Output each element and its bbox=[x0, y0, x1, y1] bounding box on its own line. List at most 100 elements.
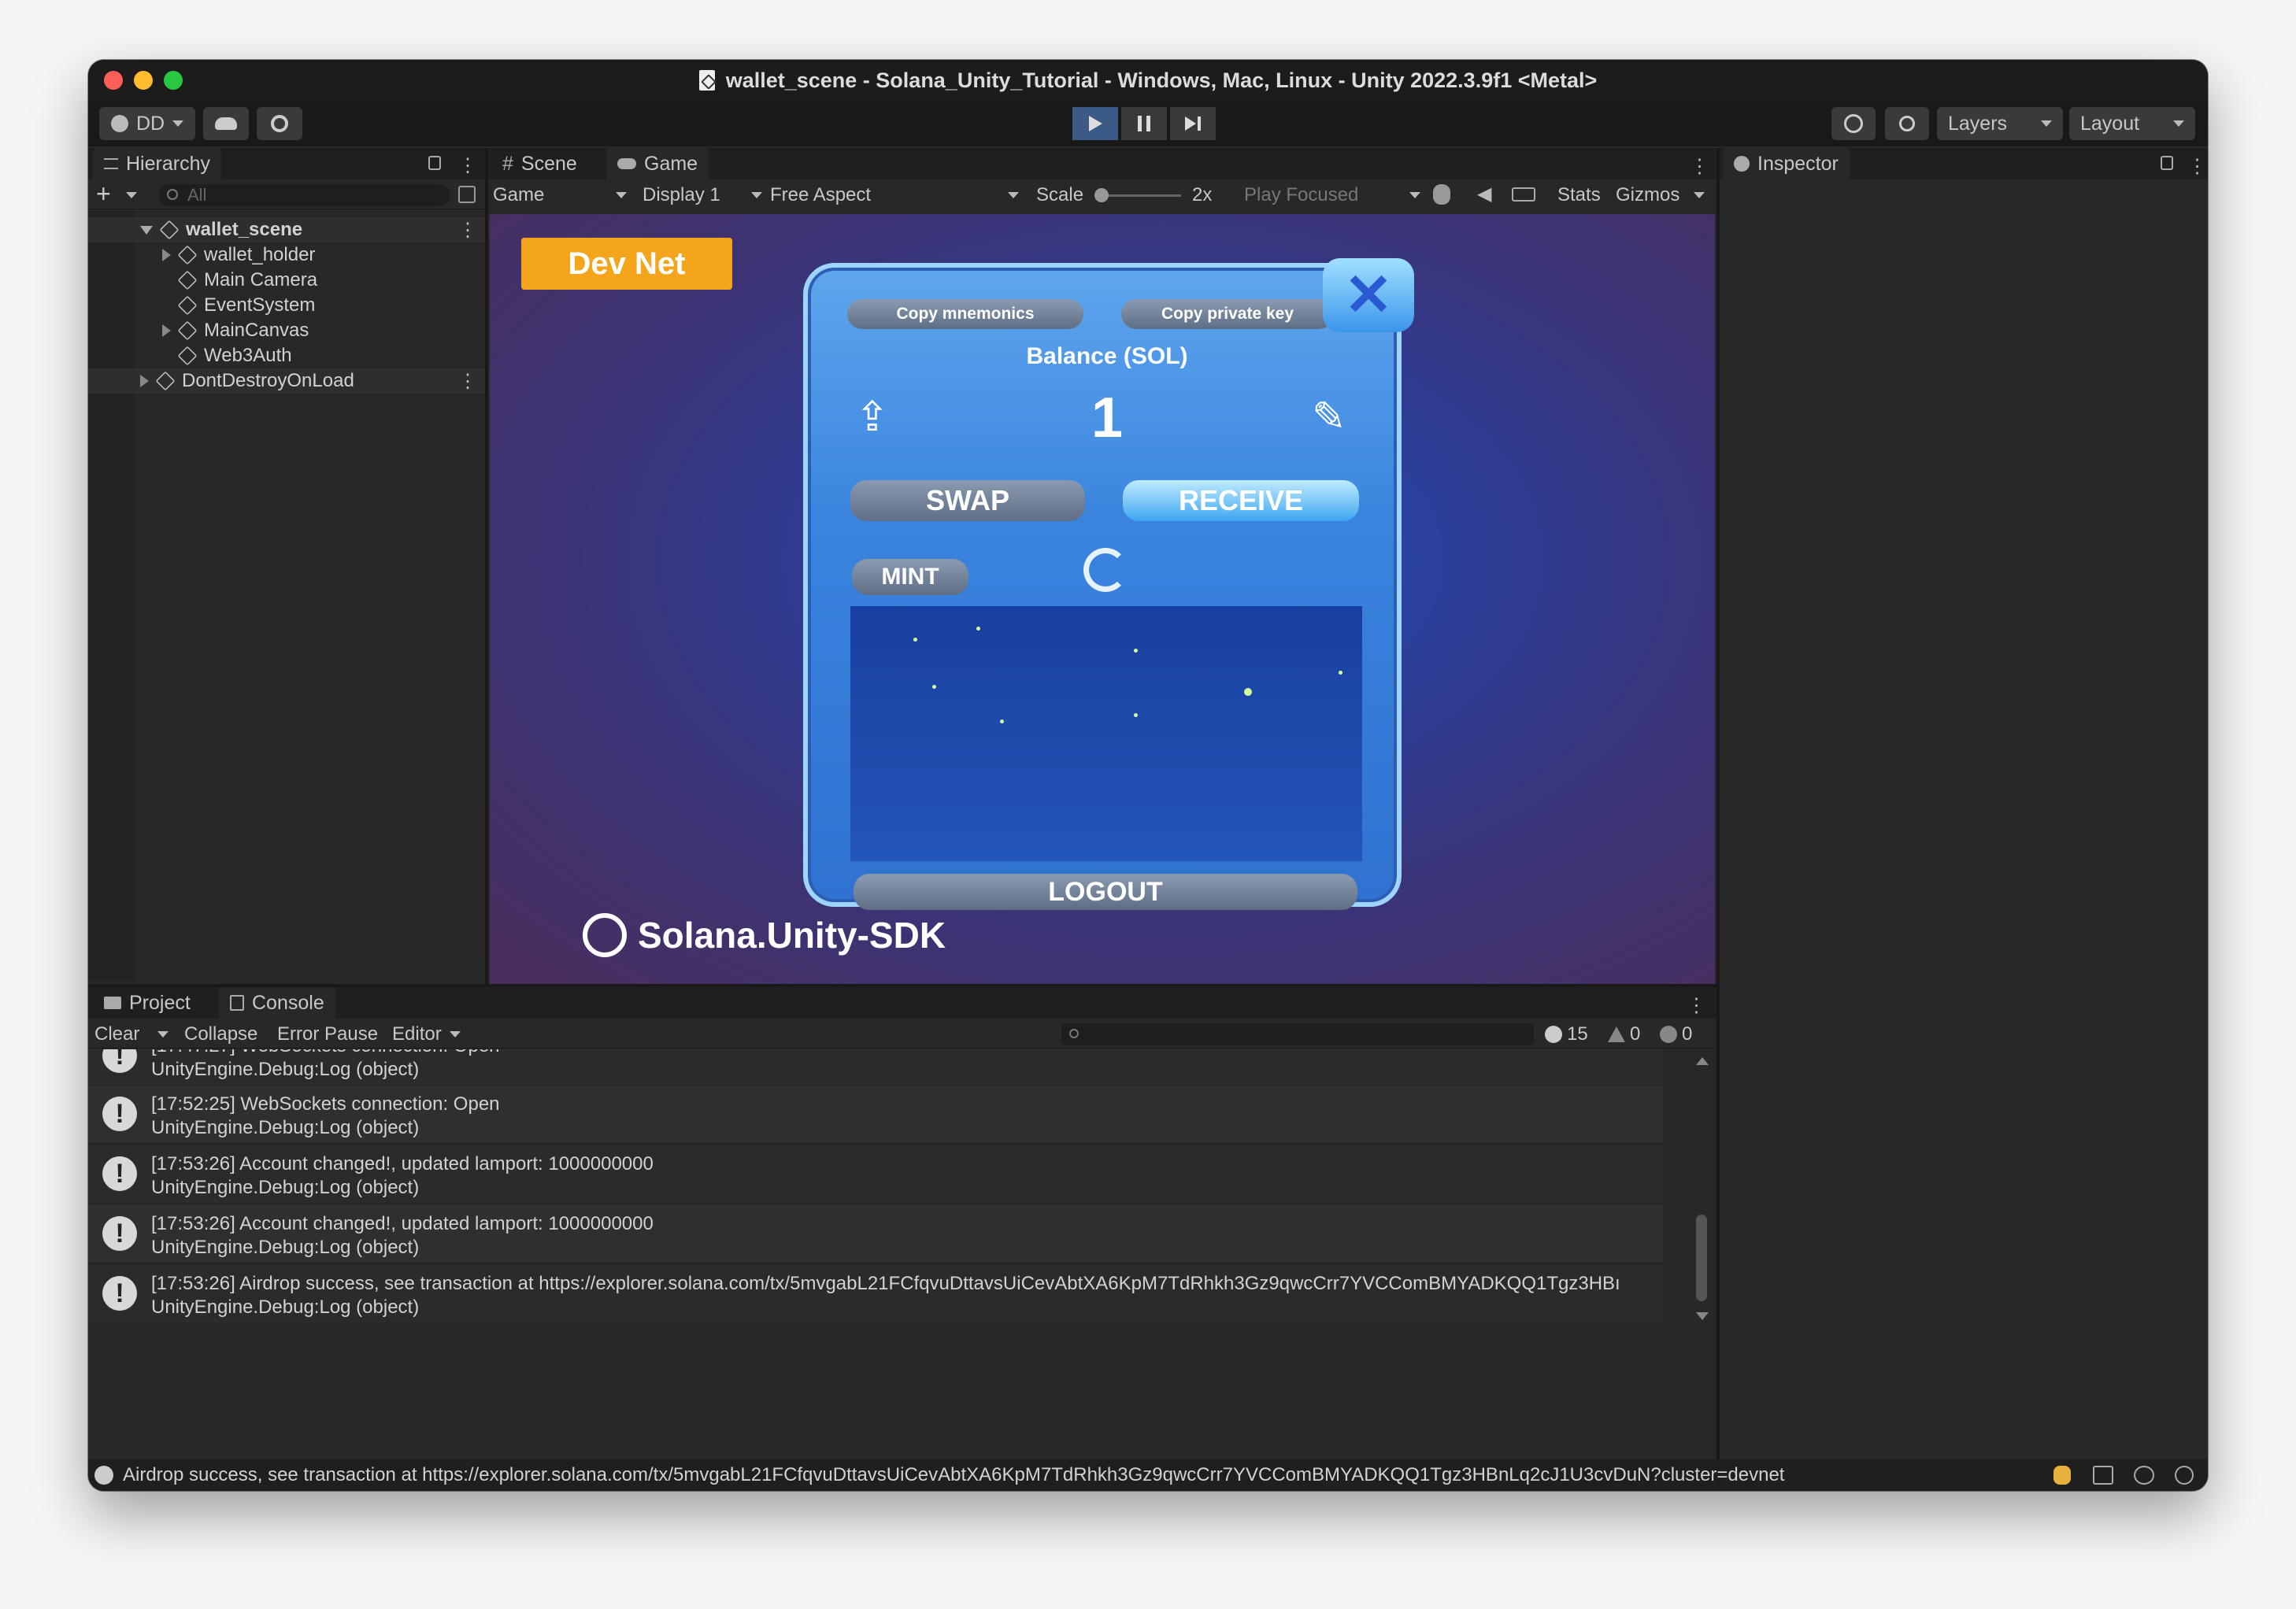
hierarchy-item-maincanvas[interactable]: MainCanvas bbox=[88, 318, 498, 343]
chevron-down-icon bbox=[1008, 192, 1019, 198]
display-dropdown[interactable]: Display 1 bbox=[643, 184, 762, 206]
item-label: MainCanvas bbox=[204, 320, 309, 341]
clear-button[interactable]: Clear bbox=[94, 1023, 139, 1045]
more-options-icon[interactable]: ⋮ bbox=[458, 370, 477, 393]
play-focused-label: Play Focused bbox=[1244, 184, 1359, 205]
scroll-up-icon[interactable] bbox=[1696, 1057, 1709, 1065]
hierarchy-item-dontdestroyonload[interactable]: DontDestroyOnLoad ⋮ bbox=[88, 368, 498, 394]
zoom-window-button[interactable] bbox=[164, 71, 183, 90]
layout-dropdown[interactable]: Layout bbox=[2069, 107, 2195, 140]
log-count: 15 bbox=[1567, 1023, 1588, 1045]
hierarchy-item-wallet-scene[interactable]: wallet_scene ⋮ bbox=[88, 217, 498, 242]
hierarchy-item-web3auth[interactable]: Web3Auth bbox=[88, 343, 498, 368]
more-options-icon[interactable]: ⋮ bbox=[458, 219, 477, 242]
search-icon bbox=[1069, 1029, 1079, 1038]
expand-arrow-icon[interactable] bbox=[140, 225, 153, 235]
scene-search-icon[interactable] bbox=[458, 186, 476, 203]
search-button[interactable] bbox=[1885, 107, 1929, 140]
aspect-dropdown[interactable]: Free Aspect bbox=[770, 184, 1019, 206]
hierarchy-item-main-camera[interactable]: Main Camera bbox=[88, 268, 498, 293]
error-pause-toggle[interactable]: Error Pause bbox=[277, 1023, 378, 1045]
expand-arrow-icon[interactable] bbox=[162, 249, 171, 261]
check-icon[interactable] bbox=[2175, 1466, 2194, 1485]
more-options-icon[interactable]: ⋮ bbox=[1690, 154, 1709, 178]
keyboard-icon[interactable] bbox=[1512, 187, 1535, 202]
layout-label: Layout bbox=[2080, 112, 2140, 135]
center-header: # Scene Game ⋮ bbox=[488, 148, 1716, 179]
more-options-icon[interactable]: ⋮ bbox=[458, 154, 477, 177]
game-dropdown[interactable]: Game bbox=[493, 184, 627, 206]
tab-hierarchy[interactable]: Hierarchy bbox=[93, 148, 221, 179]
tab-inspector[interactable]: Inspector bbox=[1723, 148, 1850, 179]
warning-filter-toggle[interactable]: 0 bbox=[1608, 1023, 1640, 1045]
console-row[interactable]: ! [17:53:26] Airdrop success, see transac… bbox=[88, 1265, 1663, 1323]
console-row[interactable]: ! [17:47:27] WebSockets connection: Open U… bbox=[88, 1049, 1663, 1086]
tab-project[interactable]: Project bbox=[93, 987, 202, 1019]
scroll-thumb[interactable] bbox=[1696, 1215, 1707, 1301]
hierarchy-item-eventsystem[interactable]: EventSystem bbox=[88, 293, 498, 318]
play-button[interactable] bbox=[1072, 107, 1118, 140]
pause-button[interactable] bbox=[1121, 107, 1167, 140]
divider[interactable] bbox=[485, 148, 488, 984]
close-window-button[interactable] bbox=[104, 71, 123, 90]
expand-arrow-icon[interactable] bbox=[162, 324, 171, 337]
tab-console[interactable]: Console bbox=[219, 987, 335, 1019]
scroll-down-icon[interactable] bbox=[1696, 1312, 1709, 1320]
console-search-input[interactable] bbox=[1061, 1023, 1534, 1045]
lock-icon[interactable] bbox=[428, 156, 441, 170]
editor-dropdown[interactable]: Editor bbox=[392, 1023, 461, 1045]
minimize-window-button[interactable] bbox=[134, 71, 153, 90]
chevron-down-icon bbox=[1409, 192, 1420, 198]
inspector-tab-label: Inspector bbox=[1757, 152, 1839, 175]
game-view[interactable]: Dev Net Copy mnemonics Copy private key … bbox=[490, 214, 1715, 984]
console-toolbar: Clear Collapse Error Pause Editor 15 0 0 bbox=[88, 1019, 1716, 1049]
console-row[interactable]: ! [17:52:25] WebSockets connection: Open U… bbox=[88, 1086, 1663, 1144]
tab-scene[interactable]: # Scene bbox=[491, 148, 588, 179]
network-icon[interactable] bbox=[2134, 1466, 2154, 1485]
gizmos-dropdown[interactable]: Gizmos bbox=[1616, 184, 1705, 206]
bug-icon[interactable] bbox=[2053, 1466, 2071, 1485]
scale-slider[interactable]: Scale 2x bbox=[1036, 184, 1212, 206]
copy-private-key-button[interactable]: Copy private key bbox=[1121, 299, 1334, 329]
step-button[interactable] bbox=[1170, 107, 1216, 140]
more-options-icon[interactable]: ⋮ bbox=[2187, 154, 2207, 178]
mint-button[interactable]: MINT bbox=[852, 559, 968, 595]
more-options-icon[interactable]: ⋮ bbox=[1687, 993, 1706, 1017]
layers-dropdown[interactable]: Layers bbox=[1937, 107, 2063, 140]
console-log-list: ! [17:47:27] WebSockets connection: Open U… bbox=[88, 1049, 1688, 1459]
clear-options-chevron-icon[interactable] bbox=[157, 1031, 168, 1038]
console-row[interactable]: ! [17:53:26] Account changed!, updated la… bbox=[88, 1145, 1663, 1204]
receive-button[interactable]: RECEIVE bbox=[1123, 480, 1359, 521]
console-row[interactable]: ! [17:53:26] Account changed!, updated la… bbox=[88, 1205, 1663, 1263]
expand-arrow-icon[interactable] bbox=[140, 375, 149, 387]
swap-button[interactable]: SWAP bbox=[850, 480, 1085, 521]
chevron-down-icon[interactable] bbox=[126, 192, 137, 198]
audio-mute-icon[interactable]: ◀ bbox=[1477, 183, 1491, 205]
copy-mnemonics-button[interactable]: Copy mnemonics bbox=[847, 299, 1083, 329]
console-scrollbar[interactable] bbox=[1688, 1049, 1716, 1330]
close-panel-button[interactable]: ✕ bbox=[1323, 258, 1414, 332]
tab-game[interactable]: Game bbox=[606, 148, 709, 179]
scale-track[interactable] bbox=[1094, 187, 1182, 202]
account-dropdown[interactable]: DD bbox=[99, 107, 195, 140]
collapse-toggle[interactable]: Collapse bbox=[184, 1023, 257, 1045]
cache-server-icon[interactable] bbox=[2093, 1466, 2113, 1485]
lock-icon[interactable] bbox=[2161, 156, 2173, 170]
refresh-icon[interactable] bbox=[1083, 548, 1128, 592]
cloud-button[interactable] bbox=[203, 107, 249, 140]
stats-button[interactable]: Stats bbox=[1557, 184, 1601, 206]
bug-icon[interactable] bbox=[1433, 184, 1450, 205]
collab-button[interactable] bbox=[257, 107, 302, 140]
undo-history-button[interactable] bbox=[1831, 107, 1876, 140]
hierarchy-item-wallet-holder[interactable]: wallet_holder bbox=[88, 242, 498, 268]
logout-button[interactable]: LOGOUT bbox=[854, 874, 1357, 910]
scale-handle[interactable] bbox=[1094, 187, 1109, 202]
status-message[interactable]: Airdrop success, see transaction at http… bbox=[123, 1464, 1784, 1486]
hierarchy-search-input[interactable]: All bbox=[159, 184, 450, 206]
error-filter-toggle[interactable]: 0 bbox=[1660, 1023, 1692, 1045]
edit-pen-icon[interactable]: ✎ bbox=[1312, 394, 1346, 441]
add-icon[interactable]: + bbox=[96, 179, 111, 209]
play-focused-dropdown[interactable]: Play Focused bbox=[1244, 184, 1420, 206]
log-filter-toggle[interactable]: 15 bbox=[1545, 1023, 1588, 1045]
devnet-badge[interactable]: Dev Net bbox=[521, 238, 732, 290]
